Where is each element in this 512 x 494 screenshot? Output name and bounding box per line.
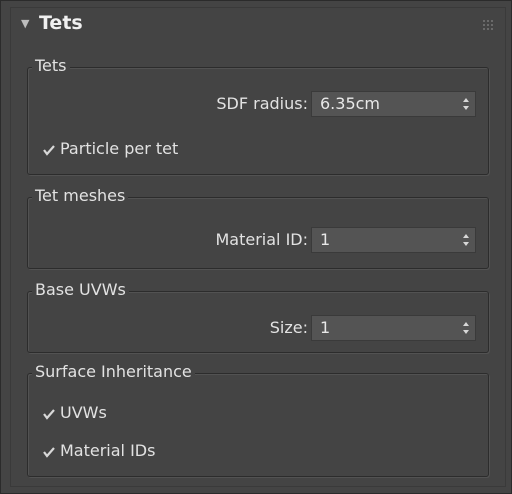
material-ids-checkbox[interactable]: Material IDs [42, 440, 222, 462]
checkmark-icon[interactable] [42, 142, 56, 156]
checkmark-icon[interactable] [42, 444, 56, 458]
particle-per-tet-checkbox[interactable]: Particle per tet [42, 138, 242, 160]
spinner-arrows-icon[interactable] [462, 96, 470, 112]
rollout-title: Tets [39, 12, 83, 34]
material-id-label: Material ID: [215, 230, 308, 249]
rollout-header[interactable]: ▼ Tets [11, 8, 505, 44]
checkmark-icon[interactable] [42, 406, 56, 420]
size-value[interactable]: 1 [320, 318, 330, 338]
tets-rollout: ▼ Tets Tets SDF radius: 6.35cm Particle … [10, 7, 506, 487]
group-base-uvws: Base UVWs Size: 1 [27, 280, 489, 353]
sdf-radius-label: SDF radius: [216, 94, 308, 113]
group-surface-inheritance-title: Surface Inheritance [32, 362, 195, 382]
material-ids-label: Material IDs [60, 441, 156, 460]
sdf-radius-value[interactable]: 6.35cm [320, 94, 380, 114]
uvws-label: UVWs [60, 403, 107, 422]
spinner-arrows-icon[interactable] [462, 320, 470, 336]
tets-panel: ▼ Tets Tets SDF radius: 6.35cm Particle … [0, 0, 512, 494]
spinner-arrows-icon[interactable] [462, 232, 470, 248]
size-label: Size: [269, 318, 308, 337]
group-surface-inheritance: Surface Inheritance UVWs Material IDs [27, 362, 489, 477]
group-tet-meshes-title: Tet meshes [32, 186, 129, 206]
material-id-spinner[interactable]: 1 [311, 227, 476, 253]
uvws-checkbox[interactable]: UVWs [42, 402, 192, 424]
grip-icon[interactable] [483, 20, 493, 30]
material-id-value[interactable]: 1 [320, 230, 330, 250]
group-tet-meshes: Tet meshes Material ID: 1 [27, 186, 489, 269]
particle-per-tet-label: Particle per tet [60, 139, 179, 158]
collapse-arrow-icon[interactable]: ▼ [21, 17, 29, 30]
group-tets: Tets SDF radius: 6.35cm Particle per tet [27, 56, 489, 175]
group-base-uvws-title: Base UVWs [32, 280, 129, 300]
group-tets-title: Tets [32, 56, 70, 76]
sdf-radius-spinner[interactable]: 6.35cm [311, 91, 476, 117]
size-spinner[interactable]: 1 [311, 315, 476, 341]
